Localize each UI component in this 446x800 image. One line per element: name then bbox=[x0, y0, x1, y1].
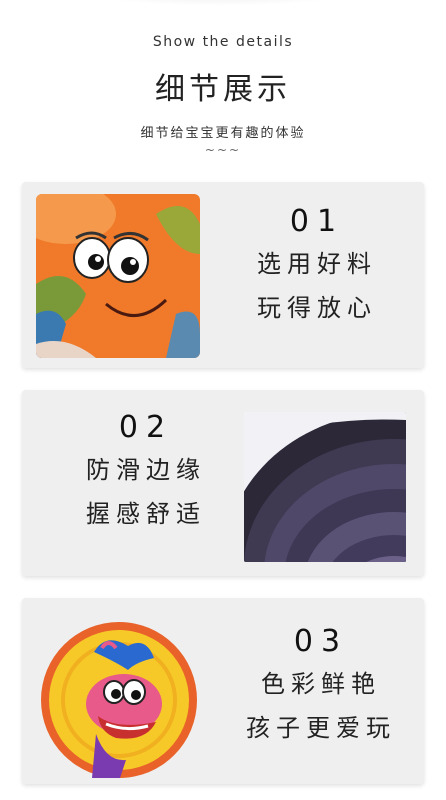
card-line-1: 防滑边缘 bbox=[86, 456, 206, 484]
detail-card-2: 02 防滑边缘 握感舒适 bbox=[22, 390, 424, 576]
card-line-2: 握感舒适 bbox=[86, 500, 206, 528]
purple-rim-image bbox=[244, 412, 406, 562]
card-number: 02 bbox=[118, 410, 174, 445]
description: 细节给宝宝更有趣的体验 bbox=[140, 126, 306, 141]
page-title: 细节展示 bbox=[155, 72, 291, 107]
card-line-1: 色彩鲜艳 bbox=[261, 670, 381, 698]
card-number: 01 bbox=[289, 204, 345, 239]
card-2-text: 02 防滑边缘 握感舒适 bbox=[46, 408, 246, 536]
card-line-2: 孩子更爱玩 bbox=[246, 714, 396, 742]
card-3-text: 03 色彩鲜艳 孩子更爱玩 bbox=[226, 622, 416, 750]
detail-card-1: 01 选用好料 玩得放心 bbox=[22, 182, 424, 368]
card-1-text: 01 选用好料 玩得放心 bbox=[222, 202, 412, 330]
card-number: 03 bbox=[293, 624, 349, 659]
squiggle-divider: ~~~ bbox=[204, 143, 242, 157]
section-header: Show the details 细节展示 细节给宝宝更有趣的体验 ~~~ bbox=[0, 30, 446, 157]
colorful-dinosaur-disc-image bbox=[36, 612, 202, 778]
subtitle-english: Show the details bbox=[152, 34, 294, 50]
orange-dinosaur-image bbox=[36, 194, 200, 358]
detail-card-3: 03 色彩鲜艳 孩子更爱玩 bbox=[22, 598, 424, 784]
top-shadow-decoration bbox=[70, 0, 370, 6]
card-line-1: 选用好料 bbox=[257, 250, 377, 278]
card-line-2: 玩得放心 bbox=[257, 294, 377, 322]
